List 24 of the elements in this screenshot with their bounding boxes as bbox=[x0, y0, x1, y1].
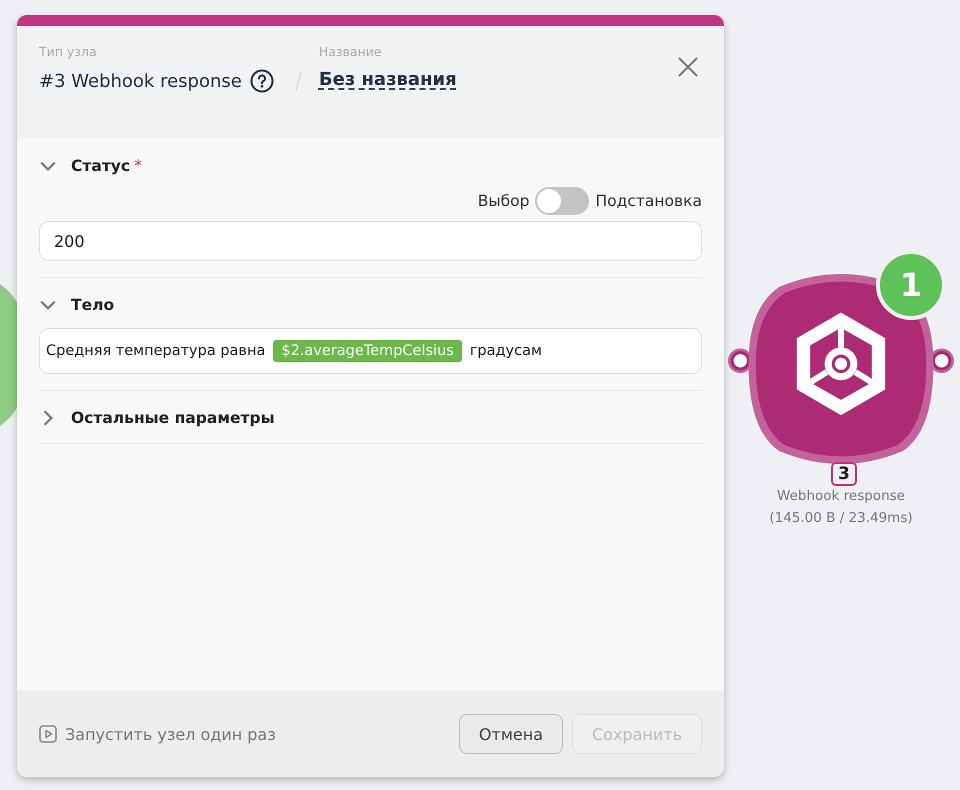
section-title[interactable]: Остальные параметры bbox=[71, 409, 275, 427]
node-type-label: Тип узла bbox=[39, 44, 98, 59]
close-icon[interactable] bbox=[678, 57, 698, 77]
play-icon bbox=[39, 725, 57, 743]
variable-tag: $2.averageTempCelsius bbox=[273, 340, 462, 362]
toggle-label: Подстановка bbox=[595, 192, 702, 210]
body-text: Средняя температура равна bbox=[46, 343, 266, 359]
status-input[interactable]: 200 bbox=[39, 221, 702, 261]
node-stats: (145.00 B / 23.49ms) bbox=[768, 510, 914, 526]
toggle-label: Выбор bbox=[478, 192, 530, 210]
node-name: Webhook response bbox=[776, 488, 906, 504]
section-title[interactable]: Статус bbox=[71, 156, 130, 174]
body-text: градусам bbox=[470, 343, 542, 359]
body-input[interactable]: Средняя температура равна $2.averageTempCelsius градусам bbox=[39, 328, 702, 374]
toggle-switch[interactable] bbox=[535, 187, 590, 215]
node-type-value: #3 Webhook response bbox=[39, 70, 242, 92]
node-number: 3 bbox=[831, 462, 857, 486]
name-label: Название bbox=[318, 44, 383, 59]
name-field[interactable]: Без названия bbox=[318, 69, 457, 90]
section-title[interactable]: Тело bbox=[71, 296, 114, 314]
required-mark: * bbox=[134, 156, 142, 175]
help-icon[interactable] bbox=[250, 69, 274, 93]
run-once-link[interactable]: Запустить узел один раз bbox=[39, 724, 276, 744]
footer-button[interactable]: Отмена bbox=[458, 714, 563, 754]
